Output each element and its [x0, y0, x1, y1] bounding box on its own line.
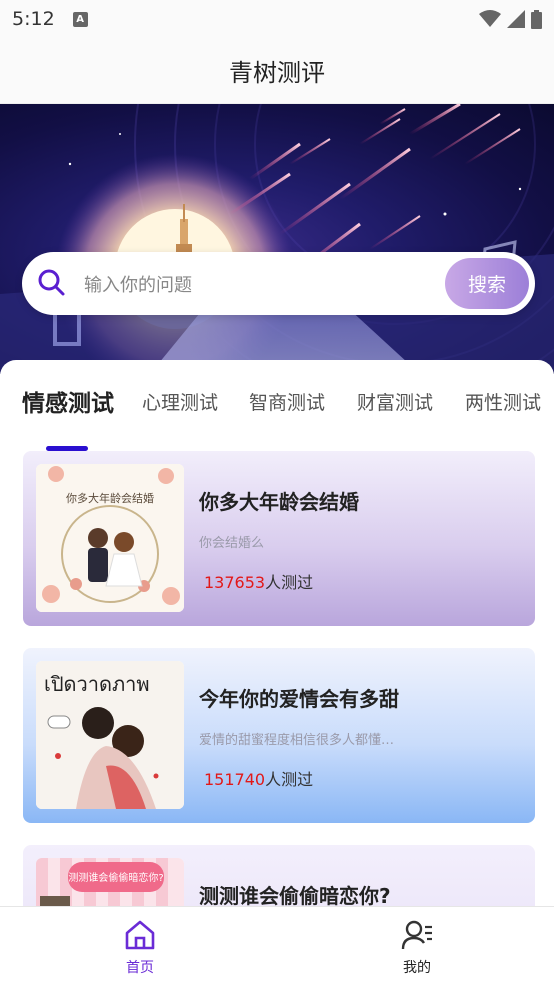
- status-time: 5:12: [12, 8, 55, 30]
- bottom-nav: 首页 我的: [0, 906, 554, 983]
- tab-iq[interactable]: 智商测试: [249, 388, 325, 415]
- thumbnail-text: 你多大年龄会结婚: [66, 491, 154, 505]
- test-card[interactable]: 你多大年龄会结婚 你多大年龄会结婚 你会结婚么 137653人测过: [23, 451, 535, 626]
- test-card[interactable]: เปิดวาดภาพ 今年你的爱情会有多甜 爱情的甜蜜程度相信很多人都懂… 15…: [23, 648, 535, 823]
- thumbnail-text: เปิดวาดภาพ: [44, 672, 150, 696]
- card-thumbnail: 你多大年龄会结婚: [36, 464, 184, 612]
- a-notification-icon: A: [72, 11, 88, 27]
- nav-mine[interactable]: 我的: [377, 919, 457, 977]
- title-bar: 青树测评: [0, 38, 554, 104]
- status-bar: 5:12 A: [0, 0, 554, 38]
- card-title: 测测谁会偷偷暗恋你?: [199, 884, 391, 908]
- nav-home-label: 首页: [126, 960, 154, 976]
- count-suffix: 人测过: [265, 770, 314, 789]
- nav-home[interactable]: 首页: [100, 919, 180, 977]
- card-description: 你会结婚么: [199, 536, 265, 551]
- profile-icon: [401, 920, 432, 950]
- search-input[interactable]: 输入你的问题: [84, 271, 192, 297]
- search-icon: [38, 269, 65, 296]
- banner-illustration: [0, 104, 554, 374]
- tab-psychology[interactable]: 心理测试: [142, 388, 218, 415]
- status-icons: [479, 9, 542, 29]
- wifi-icon: [479, 10, 501, 27]
- count-suffix: 人测过: [265, 573, 314, 592]
- app-screen: 5:12 A 青树测评 输入你的问题 搜索 情感测试 心理测试 智商测试 财富测…: [0, 0, 554, 983]
- tab-wealth[interactable]: 财富测试: [357, 388, 433, 415]
- card-test-count: 151740人测过: [204, 766, 313, 790]
- card-title: 你多大年龄会结婚: [199, 490, 359, 514]
- search-bar: 输入你的问题 搜索: [22, 252, 535, 315]
- tab-emotion[interactable]: 情感测试: [22, 384, 114, 418]
- category-tabs: 情感测试 心理测试 智商测试 财富测试 两性测试: [0, 382, 554, 451]
- card-test-count: 137653人测过: [204, 569, 313, 593]
- card-description: 爱情的甜蜜程度相信很多人都懂…: [199, 733, 395, 748]
- page-title: 青树测评: [229, 59, 325, 87]
- card-title: 今年你的爱情会有多甜: [199, 687, 399, 711]
- banner-image[interactable]: [0, 104, 554, 374]
- card-thumbnail: เปิดวาดภาพ: [36, 661, 184, 809]
- count-number: 151740: [204, 770, 266, 789]
- home-icon: [125, 920, 155, 950]
- content-panel: 情感测试 心理测试 智商测试 财富测试 两性测试 你多大年龄会结婚 你多大年龄会…: [0, 360, 554, 983]
- thumbnail-text: 测测谁会偷偷暗恋你?: [68, 871, 163, 884]
- signal-icon: [507, 10, 525, 28]
- tab-gender[interactable]: 两性测试: [465, 388, 541, 415]
- nav-mine-label: 我的: [403, 960, 431, 976]
- battery-icon: [531, 9, 542, 29]
- count-number: 137653: [204, 573, 266, 592]
- search-button[interactable]: 搜索: [445, 258, 529, 309]
